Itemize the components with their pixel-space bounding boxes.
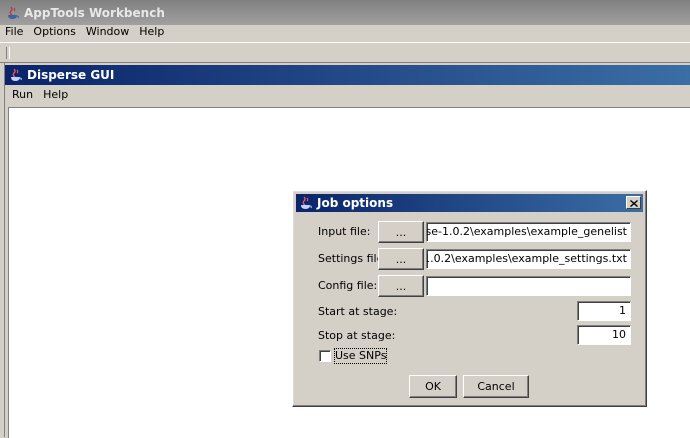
close-button[interactable] xyxy=(626,196,641,209)
config-file-field[interactable] xyxy=(426,276,631,296)
start-stage-label: Start at stage: xyxy=(318,305,398,318)
use-snps-label[interactable]: Use SNPs xyxy=(333,348,388,364)
java-cup-icon xyxy=(9,68,23,82)
settings-file-label: Settings file: xyxy=(318,252,388,265)
dialog-title: Job options xyxy=(317,196,394,210)
input-file-label: Input file: xyxy=(318,225,371,238)
ok-button[interactable]: OK xyxy=(409,375,457,398)
menu-help[interactable]: Help xyxy=(134,22,169,42)
stop-stage-label: Stop at stage: xyxy=(318,329,396,342)
frame-title: Disperse GUI xyxy=(27,68,115,82)
dialog-title-bar[interactable]: Job options xyxy=(296,194,643,212)
menu-frame-help[interactable]: Help xyxy=(38,85,73,105)
frame-title-bar[interactable]: Disperse GUI xyxy=(5,65,690,85)
menu-window[interactable]: Window xyxy=(81,22,134,42)
cancel-button[interactable]: Cancel xyxy=(463,375,529,398)
config-file-label: Config file: xyxy=(318,279,378,292)
start-stage-field[interactable]: 1 xyxy=(577,301,631,321)
config-file-browse-button[interactable]: ... xyxy=(378,275,424,297)
frame-menu-bar: Run Help xyxy=(7,85,690,105)
java-cup-icon xyxy=(299,196,313,210)
toolbar-grip[interactable] xyxy=(6,47,10,59)
use-snps-checkbox[interactable] xyxy=(319,350,331,362)
app-title: AppTools Workbench xyxy=(24,5,165,20)
input-file-browse-button[interactable]: ... xyxy=(378,221,424,243)
menu-options[interactable]: Options xyxy=(28,22,80,42)
settings-file-browse-button[interactable]: ... xyxy=(378,248,424,270)
input-file-field[interactable]: sperse-1.0.2\examples\example_genelist xyxy=(426,222,631,242)
menu-run[interactable]: Run xyxy=(7,85,38,105)
job-options-dialog: Job options Input file: ... sperse-1.0.2… xyxy=(292,190,647,407)
app-toolbar xyxy=(0,42,690,63)
menu-file[interactable]: File xyxy=(0,22,28,42)
settings-file-field[interactable]: rse-1.0.2\examples\example_settings.txt xyxy=(426,249,631,269)
close-icon xyxy=(629,196,638,210)
java-cup-icon xyxy=(6,6,20,20)
stop-stage-field[interactable]: 10 xyxy=(577,325,631,345)
app-menu-bar: File Options Window Help xyxy=(0,22,690,42)
